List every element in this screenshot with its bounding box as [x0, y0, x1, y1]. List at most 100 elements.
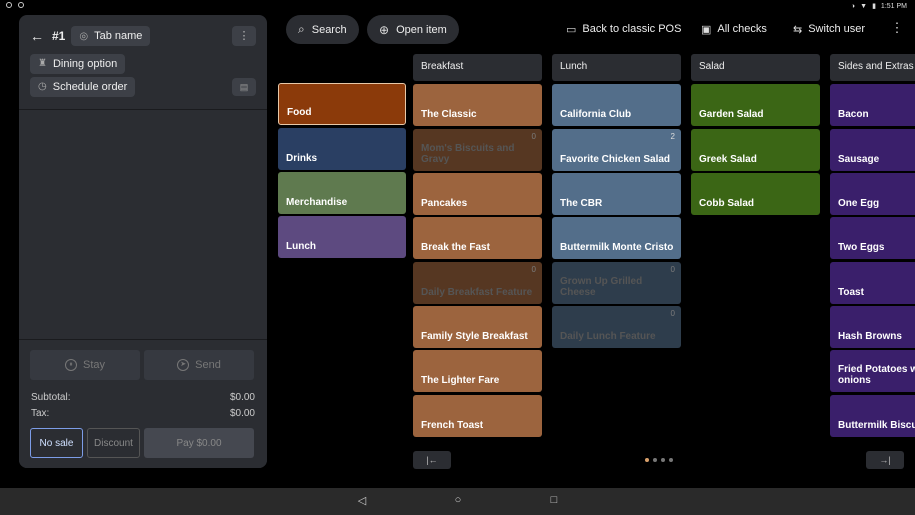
discount-button[interactable]: Discount	[87, 428, 140, 458]
menu-item-label: The CBR	[560, 198, 603, 209]
menu-item-tile[interactable]: Buttermilk Monte Cristo	[552, 217, 681, 259]
column-header: Lunch	[552, 54, 681, 81]
item-count-badge: 0	[670, 265, 675, 274]
wifi-icon: ▼	[860, 2, 868, 10]
back-to-classic-button[interactable]: ▭ Back to classic POS	[566, 20, 681, 38]
menu-item-tile[interactable]: One Egg	[830, 173, 915, 215]
menu-item-tile[interactable]: Pancakes	[413, 173, 542, 215]
nav-recents-icon[interactable]: □	[547, 494, 561, 506]
notification-icon	[6, 2, 12, 8]
menu-item-tile[interactable]: Grown Up Grilled Cheese 0	[552, 262, 681, 304]
column-header: Sides and Extras	[830, 54, 915, 81]
menu-item-label: Greek Salad	[699, 154, 757, 165]
search-button[interactable]: ⌕ Search	[286, 15, 359, 44]
back-arrow-icon[interactable]: ←	[30, 28, 52, 44]
stay-label: Stay	[82, 359, 105, 371]
menu-item-tile[interactable]: Fried Potatoes w onions	[830, 350, 915, 392]
menu-group-label: Drinks	[286, 153, 318, 164]
subtotal-label: Subtotal:	[31, 392, 71, 403]
print-icon[interactable]: ▤	[232, 77, 256, 96]
stay-icon: ⏸	[64, 359, 77, 371]
last-page-icon[interactable]: →|	[866, 451, 904, 469]
item-count-badge: 2	[670, 132, 675, 141]
menu-item-tile[interactable]: The Classic	[413, 84, 542, 126]
nav-back-icon[interactable]: ◁	[355, 494, 369, 507]
menu-item-label: Break the Fast	[421, 242, 490, 253]
menu-item-label: The Lighter Fare	[421, 375, 500, 386]
order-footer: ⏸ Stay ➤ Send Subtotal: $0.00 Tax: $0.00…	[19, 339, 267, 468]
no-sale-button[interactable]: No sale	[30, 428, 83, 458]
page-indicator	[645, 458, 673, 462]
menu-item-label: Buttermilk Monte Cristo	[560, 242, 674, 253]
menu-item-tile[interactable]: Hash Browns	[830, 306, 915, 348]
menu-item-tile[interactable]: Sausage	[830, 129, 915, 171]
status-bar: ◑ ▼ ▮ 1:51 PM	[0, 0, 915, 12]
tax-label: Tax:	[31, 408, 50, 419]
register-icon: ▭	[566, 23, 577, 36]
menu-item-tile[interactable]: Mom's Biscuits and Gravy 0	[413, 129, 542, 171]
open-item-button[interactable]: ⊕ Open item	[367, 15, 459, 44]
menu-item-tile[interactable]: Daily Breakfast Feature 0	[413, 262, 542, 304]
menu-item-tile[interactable]: Greek Salad	[691, 129, 820, 171]
schedule-order-button[interactable]: ◷ Schedule order	[30, 76, 136, 97]
menu-item-label: Two Eggs	[838, 242, 885, 253]
send-icon: ➤	[177, 359, 190, 371]
send-button[interactable]: ➤ Send	[144, 350, 254, 380]
order-menu-button[interactable]: ⋮	[232, 26, 256, 46]
dining-option-button[interactable]: ♜ Dining option	[30, 53, 126, 74]
pay-button[interactable]: Pay $0.00	[144, 428, 254, 458]
menu-item-label: Garden Salad	[699, 109, 764, 120]
menu-item-tile[interactable]: Bacon	[830, 84, 915, 126]
menu-item-label: One Egg	[838, 198, 880, 209]
battery-icon: ▮	[872, 3, 876, 10]
menu-item-label: Toast	[838, 287, 864, 298]
menu-item-label: Hash Browns	[838, 331, 902, 342]
order-header: ← #1 ◎ Tab name ⋮ ♜ Dining option ◷ Sche…	[19, 15, 267, 110]
menu-group-tile[interactable]: Merchandise	[278, 172, 406, 214]
menu-item-label: Daily Lunch Feature	[560, 331, 656, 342]
order-panel: ← #1 ◎ Tab name ⋮ ♜ Dining option ◷ Sche…	[19, 15, 267, 468]
menu-item-label: Buttermilk Biscu	[838, 420, 915, 431]
page-dot[interactable]	[645, 458, 649, 462]
menu-item-tile[interactable]: Break the Fast	[413, 217, 542, 259]
status-time: 1:51 PM	[880, 2, 907, 10]
menu-item-tile[interactable]: Family Style Breakfast	[413, 306, 542, 348]
clock-icon: ◷	[38, 81, 47, 92]
menu-item-label: Daily Breakfast Feature	[421, 287, 533, 298]
page-dot[interactable]	[661, 458, 665, 462]
tax-value: $0.00	[229, 408, 255, 419]
all-checks-button[interactable]: ▣ All checks	[701, 20, 767, 38]
nav-home-icon[interactable]: ○	[451, 494, 465, 506]
tab-name-button[interactable]: ◎ Tab name	[71, 26, 151, 46]
switch-user-button[interactable]: ⇆ Switch user	[793, 20, 865, 38]
stay-button[interactable]: ⏸ Stay	[30, 350, 140, 380]
first-page-icon[interactable]: |←	[413, 451, 451, 469]
menu-item-tile[interactable]: Garden Salad	[691, 84, 820, 126]
menu-group-tile[interactable]: Drinks	[278, 128, 406, 170]
search-icon: ⌕	[298, 22, 305, 36]
order-items-area	[19, 110, 267, 338]
menu-item-tile[interactable]: Daily Lunch Feature 0	[552, 306, 681, 348]
menu-item-tile[interactable]: Cobb Salad	[691, 173, 820, 215]
menu-item-tile[interactable]: Buttermilk Biscu	[830, 395, 915, 437]
page-dot[interactable]	[653, 458, 657, 462]
menu-item-label: Grown Up Grilled Cheese	[560, 276, 643, 298]
menu-item-tile[interactable]: Toast	[830, 262, 915, 304]
signal-icon: ◑	[850, 2, 856, 10]
menu-item-tile[interactable]: California Club	[552, 84, 681, 126]
menu-item-tile[interactable]: The Lighter Fare	[413, 350, 542, 392]
search-label: Search	[311, 23, 347, 36]
item-count-badge: 0	[670, 309, 675, 318]
menu-item-tile[interactable]: Favorite Chicken Salad 2	[552, 129, 681, 171]
menu-item-tile[interactable]: French Toast	[413, 395, 542, 437]
page-dot[interactable]	[669, 458, 673, 462]
menu-group-label: Food	[287, 107, 312, 118]
menu-item-label: Pancakes	[421, 198, 468, 209]
menu-item-tile[interactable]: The CBR	[552, 173, 681, 215]
menu-group-tile[interactable]: Lunch	[278, 216, 406, 258]
order-number: #1	[52, 29, 66, 43]
menu-group-tile[interactable]: Food	[278, 83, 406, 125]
more-menu-icon[interactable]: ⋮	[890, 20, 904, 36]
menu-item-tile[interactable]: Two Eggs	[830, 217, 915, 259]
menu-item-label: Fried Potatoes w onions	[838, 364, 915, 386]
